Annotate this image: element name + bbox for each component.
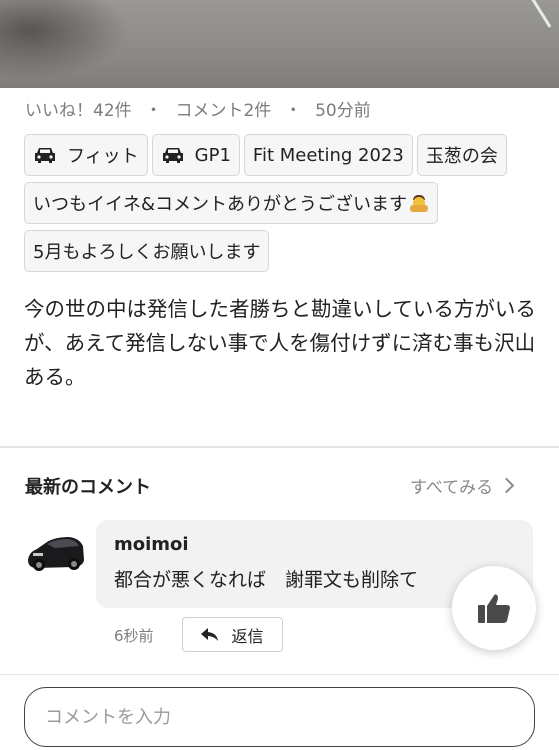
tag-fit-meeting-2023[interactable]: Fit Meeting 2023 <box>243 134 413 176</box>
car-icon <box>35 148 55 163</box>
comment-time: 6秒前 <box>114 627 154 645</box>
thumbs-up-icon <box>478 594 510 623</box>
reply-button[interactable]: 返信 <box>182 617 283 652</box>
tag-label: Fit Meeting 2023 <box>252 144 404 166</box>
tag-gp1[interactable]: GP1 <box>151 134 240 176</box>
car-icon <box>162 148 183 163</box>
tag-thanks[interactable]: いつもイイネ&コメントありがとうございます <box>24 182 439 224</box>
avatar[interactable] <box>25 520 85 580</box>
tag-label: 玉葱の会 <box>425 146 498 167</box>
like-button[interactable] <box>452 566 536 650</box>
reply-label: 返信 <box>231 626 264 646</box>
section-divider <box>0 446 559 448</box>
tag-list: フィット GP1 Fit Meeting 2023 玉葱の会 いつもイイネ&コメ… <box>24 134 539 278</box>
chevron-right-icon <box>498 477 515 494</box>
tag-fit[interactable]: フィット <box>24 134 148 176</box>
tag-tamanegi-no-kai[interactable]: 玉葱の会 <box>416 134 507 176</box>
see-all-link[interactable]: すべてみる <box>410 473 515 498</box>
comment-author[interactable]: moimoi <box>114 534 515 555</box>
tag-may-greeting[interactable]: 5月もよろしくお願いします <box>24 230 270 272</box>
tag-label: フィット <box>67 146 139 167</box>
tag-label: 5月もよろしくお願いします <box>33 242 261 263</box>
post-meta: いいね！42件 ・ コメント2件 ・ 50分前 <box>25 96 371 121</box>
post-time: 50分前 <box>315 101 371 121</box>
see-all-label: すべてみる <box>410 478 494 498</box>
post-body: 今の世の中は発信した者勝ちと勘違いしている方がいるが、あえて発信しない事で人を傷… <box>24 297 536 389</box>
comment-count[interactable]: コメント2件 <box>175 101 271 121</box>
comments-title: 最新のコメント <box>25 477 151 498</box>
comment-input[interactable] <box>24 687 535 747</box>
tag-label: GP1 <box>194 144 231 166</box>
photo-road-line <box>527 0 552 28</box>
post-photo[interactable] <box>0 0 559 88</box>
praying-person-emoji <box>409 193 429 213</box>
like-count[interactable]: いいね！42件 <box>25 101 132 121</box>
input-divider <box>0 674 559 675</box>
comment-text: 都合が悪くなれば 謝罪文も削除て <box>114 569 419 591</box>
meta-separator: ・ <box>145 101 163 121</box>
tag-label: いつもイイネ&コメントありがとうございます <box>33 194 408 215</box>
meta-separator: ・ <box>284 101 302 121</box>
reply-arrow-icon <box>201 627 219 641</box>
